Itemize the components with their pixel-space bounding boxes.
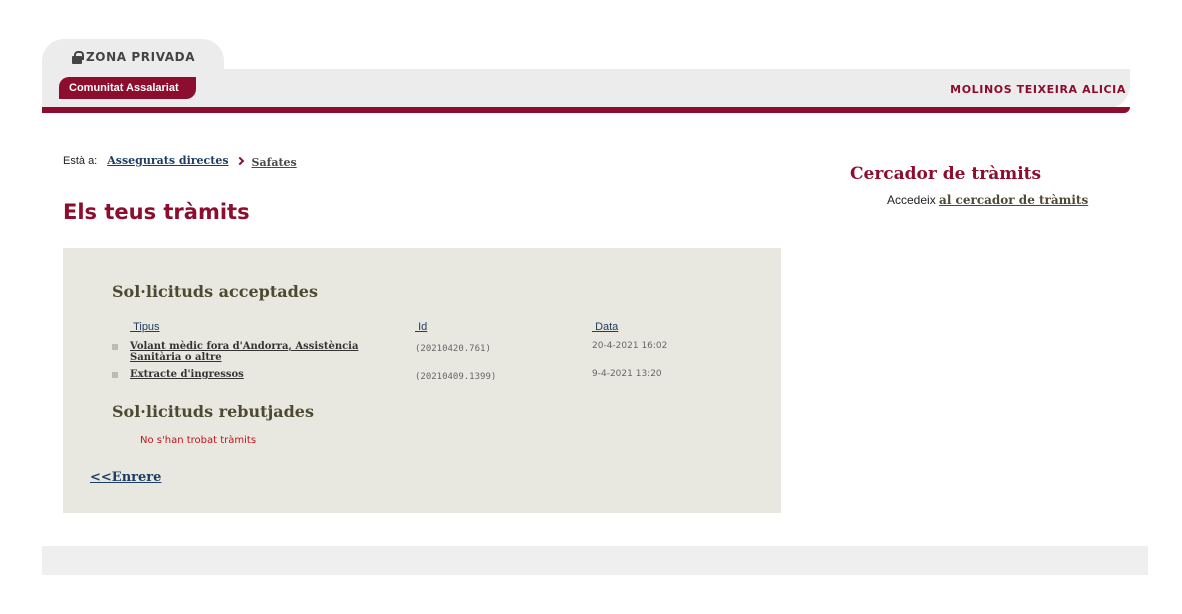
bullet-icon (112, 344, 118, 350)
private-zone-label: ZONA PRIVADA (72, 50, 195, 64)
search-prefix: Accedeix (887, 193, 936, 207)
breadcrumb-link-safates[interactable]: Safates (252, 156, 297, 169)
accepted-section-title: Sol·licituds acceptades (112, 282, 318, 301)
column-header-data[interactable]: Data (592, 321, 618, 333)
lock-icon (72, 50, 84, 64)
request-title-link[interactable]: Extracte d'ingressos (130, 369, 392, 380)
page-title: Els teus tràmits (63, 200, 250, 224)
column-header-tipus[interactable]: Tipus (130, 321, 160, 333)
breadcrumb: Està a: Assegurats directes Safates (63, 154, 297, 169)
user-name: MOLINOS TEIXEIRA ALICIA (950, 83, 1126, 96)
request-title-link[interactable]: Volant mèdic fora d'Andorra, Assistència… (130, 341, 392, 363)
request-date: 20-4-2021 16:02 (592, 341, 668, 351)
request-id: (20210420.761) (415, 344, 491, 354)
search-title: Cercador de tràmits (850, 164, 1042, 184)
breadcrumb-link-assegurats[interactable]: Assegurats directes (107, 154, 228, 167)
request-id: (20210409.1399) (415, 372, 497, 382)
search-access-line: Accedeix al cercador de tràmits (887, 193, 1088, 207)
empty-message: No s'han trobat tràmits (140, 435, 257, 446)
private-zone-text: ZONA PRIVADA (86, 50, 196, 64)
bullet-icon (112, 372, 118, 378)
request-date: 9-4-2021 13:20 (592, 369, 662, 379)
community-tab[interactable]: Comunitat Assalariat (59, 77, 196, 99)
chevron-right-icon (235, 156, 244, 165)
column-header-id[interactable]: Id (415, 321, 427, 333)
rejected-section-title: Sol·licituds rebutjades (112, 402, 314, 421)
footer-bar (42, 546, 1148, 575)
breadcrumb-prefix: Està a: (63, 154, 98, 167)
header-underline (42, 107, 1130, 113)
search-link[interactable]: al cercador de tràmits (939, 193, 1088, 207)
back-link[interactable]: <<Enrere (90, 470, 161, 485)
